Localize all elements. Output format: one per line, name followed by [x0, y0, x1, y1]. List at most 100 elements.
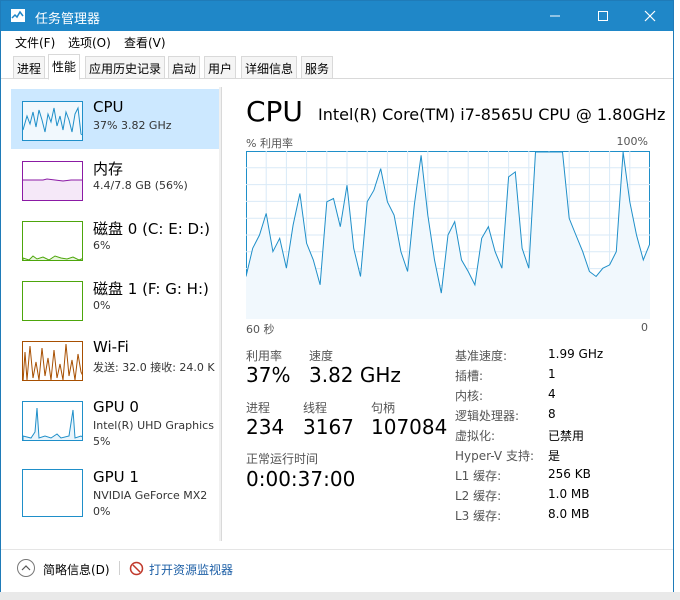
wifi-thumbnail-graph	[22, 341, 83, 381]
footer-separator	[119, 561, 120, 575]
processes-label: 进程	[246, 401, 271, 415]
sidebar-gpu1-usage: 0%	[93, 505, 111, 518]
resource-sidebar: CPU 37% 3.82 GHz 内存 4.4/7.8 GB (56%) 磁盘 …	[11, 87, 221, 541]
tab-app-history[interactable]: 应用历史记录	[85, 56, 166, 78]
sidebar-cpu-sub: 37% 3.82 GHz	[93, 119, 172, 132]
sidebar-wifi-title: Wi-Fi	[93, 338, 129, 356]
fewer-details-link[interactable]: 简略信息(D)	[43, 561, 110, 578]
sidebar-memory-sub: 4.4/7.8 GB (56%)	[93, 179, 188, 192]
sidebar-gpu0-usage: 5%	[93, 435, 111, 448]
handles-value: 107084	[371, 415, 448, 439]
minimize-button[interactable]	[532, 1, 578, 31]
footer-divider	[1, 549, 673, 550]
gpu1-thumbnail-graph	[22, 469, 83, 517]
cpu-utilization-graph	[246, 151, 650, 319]
base-speed-label: 基准速度:	[455, 349, 508, 363]
sidebar-disk1-sub: 0%	[93, 299, 111, 312]
resource-monitor-icon	[129, 561, 144, 576]
sidebar-gpu0-sub: Intel(R) UHD Graphics	[93, 419, 214, 432]
speed-value: 3.82 GHz	[309, 363, 401, 387]
handles-label: 句柄	[371, 401, 396, 415]
hyper-v-value: 是	[548, 449, 561, 463]
maximize-button[interactable]	[580, 1, 626, 31]
menu-view[interactable]: 查看(V)	[124, 34, 166, 51]
sockets-value: 1	[548, 367, 556, 381]
speed-label: 速度	[309, 349, 334, 363]
menu-file[interactable]: 文件(F)	[15, 34, 55, 51]
logical-processors-value: 8	[548, 407, 556, 421]
sidebar-item-disk-0[interactable]: 磁盘 0 (C: E: D:) 6%	[11, 209, 221, 269]
page-title: CPU	[246, 95, 303, 128]
virtualization-value: 已禁用	[548, 429, 585, 443]
cpu-detail-panel: CPU Intel(R) Core(TM) i7-8565U CPU @ 1.8…	[246, 93, 665, 533]
gpu0-thumbnail-graph	[22, 401, 83, 441]
sidebar-item-cpu[interactable]: CPU 37% 3.82 GHz	[11, 89, 221, 149]
task-manager-icon	[11, 9, 25, 22]
tab-users[interactable]: 用户	[204, 56, 237, 78]
memory-thumbnail-graph	[22, 161, 83, 201]
tab-startup[interactable]: 启动	[168, 56, 201, 78]
cores-label: 内核:	[455, 389, 484, 403]
sidebar-memory-title: 内存	[93, 160, 124, 178]
close-button[interactable]	[627, 1, 673, 31]
utilization-label: 利用率	[246, 349, 283, 363]
desktop-strip	[0, 592, 680, 600]
graph-ymax: 100%	[616, 135, 648, 148]
sockets-label: 插槽:	[455, 369, 484, 383]
sidebar-item-memory[interactable]: 内存 4.4/7.8 GB (56%)	[11, 149, 221, 209]
sidebar-gpu1-title: GPU 1	[93, 468, 139, 486]
tab-strip: 进程 性能 应用历史记录 启动 用户 详细信息 服务	[1, 53, 673, 80]
l1-cache-label: L1 缓存:	[455, 469, 502, 483]
sidebar-wifi-sub: 发送: 32.0 接收: 24.0 K	[93, 361, 215, 374]
sidebar-item-gpu-0[interactable]: GPU 0 Intel(R) UHD Graphics 5%	[11, 389, 221, 449]
open-resource-monitor-link[interactable]: 打开资源监视器	[149, 561, 233, 578]
graph-xmin: 0	[641, 321, 648, 334]
l3-cache-value: 8.0 MB	[548, 507, 590, 521]
utilization-value: 37%	[246, 363, 291, 387]
l3-cache-label: L3 缓存:	[455, 509, 502, 523]
sidebar-item-disk-1[interactable]: 磁盘 1 (F: G: H:) 0%	[11, 269, 221, 329]
tab-services[interactable]: 服务	[301, 56, 334, 78]
tab-details[interactable]: 详细信息	[241, 56, 298, 78]
processes-value: 234	[246, 415, 285, 439]
threads-value: 3167	[303, 415, 354, 439]
uptime-label: 正常运行时间	[246, 452, 319, 466]
sidebar-gpu0-title: GPU 0	[93, 398, 139, 416]
close-icon	[644, 10, 656, 22]
task-manager-window: 任务管理器 文件(F) 选项(O) 查看(V) 进程 性能 应用历史记录 启动 …	[0, 0, 674, 598]
cores-value: 4	[548, 387, 556, 401]
footer-bar: 简略信息(D) 打开资源监视器	[1, 553, 673, 583]
sidebar-divider	[221, 87, 222, 541]
title-bar[interactable]: 任务管理器	[1, 1, 673, 31]
minimize-icon	[550, 15, 560, 17]
menu-options[interactable]: 选项(O)	[68, 34, 111, 51]
tab-processes[interactable]: 进程	[13, 56, 46, 78]
cpu-model: Intel(R) Core(TM) i7-8565U CPU @ 1.80GHz	[318, 105, 666, 124]
threads-label: 线程	[303, 401, 328, 415]
tab-performance[interactable]: 性能	[48, 54, 81, 80]
sidebar-disk0-sub: 6%	[93, 239, 111, 252]
sidebar-item-wifi[interactable]: Wi-Fi 发送: 32.0 接收: 24.0 K	[11, 329, 221, 389]
hyper-v-label: Hyper-V 支持:	[455, 449, 534, 463]
sidebar-cpu-title: CPU	[93, 98, 124, 116]
sidebar-gpu1-sub: NVIDIA GeForce MX2	[93, 489, 208, 502]
sidebar-disk0-title: 磁盘 0 (C: E: D:)	[93, 220, 210, 238]
l2-cache-label: L2 缓存:	[455, 489, 502, 503]
graph-xlabel: 60 秒	[246, 323, 275, 336]
disk0-thumbnail-graph	[22, 221, 83, 261]
logical-processors-label: 逻辑处理器:	[455, 409, 520, 423]
base-speed-value: 1.99 GHz	[548, 347, 604, 361]
cpu-thumbnail-graph	[22, 101, 83, 141]
uptime-value: 0:00:37:00	[246, 467, 356, 491]
chevron-up-icon[interactable]	[17, 559, 35, 577]
l2-cache-value: 1.0 MB	[548, 487, 590, 501]
window-title: 任务管理器	[35, 12, 101, 27]
sidebar-disk1-title: 磁盘 1 (F: G: H:)	[93, 280, 209, 298]
sidebar-item-gpu-1[interactable]: GPU 1 NVIDIA GeForce MX2 0%	[11, 459, 221, 519]
graph-ylabel: % 利用率	[246, 137, 293, 150]
disk1-thumbnail-graph	[22, 281, 83, 321]
menu-bar: 文件(F) 选项(O) 查看(V)	[1, 31, 673, 53]
l1-cache-value: 256 KB	[548, 467, 591, 481]
virtualization-label: 虚拟化:	[455, 429, 496, 443]
maximize-icon	[598, 11, 608, 21]
